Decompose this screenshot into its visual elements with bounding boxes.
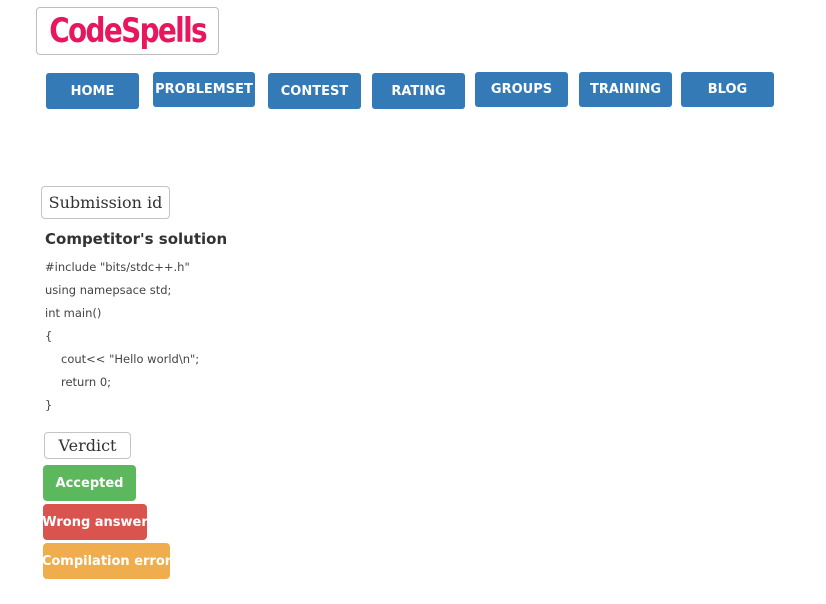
site-logo[interactable]: CodeSpells bbox=[36, 7, 219, 55]
nav-rating-button[interactable]: RATING bbox=[372, 73, 465, 109]
verdict-compilation-error-button[interactable]: Compilation error bbox=[42, 543, 171, 579]
code-line: int main() bbox=[45, 306, 102, 320]
site-logo-text: CodeSpells bbox=[49, 11, 207, 51]
nav-home-button[interactable]: HOME bbox=[46, 73, 139, 109]
code-line: return 0; bbox=[61, 375, 112, 389]
solution-title: Competitor's solution bbox=[45, 230, 228, 248]
code-line: #include "bits/stdc++.h" bbox=[45, 260, 190, 274]
nav-blog-button[interactable]: BLOG bbox=[681, 72, 774, 107]
nav-contest-button[interactable]: CONTEST bbox=[268, 73, 361, 109]
code-line: { bbox=[45, 329, 53, 343]
code-line: } bbox=[45, 398, 53, 412]
verdict-accepted-button[interactable]: Accepted bbox=[43, 465, 136, 501]
submission-id-field[interactable]: Submission id bbox=[41, 186, 170, 219]
nav-training-button[interactable]: TRAINING bbox=[579, 72, 672, 107]
verdict-label: Verdict bbox=[44, 432, 131, 459]
page: CodeSpells HOME PROBLEMSET CONTEST RATIN… bbox=[0, 0, 826, 604]
code-line: cout<< "Hello world\n"; bbox=[61, 352, 200, 366]
verdict-wrong-answer-button[interactable]: Wrong answer bbox=[42, 504, 148, 540]
code-line: using namepsace std; bbox=[45, 283, 172, 297]
nav-problemset-button[interactable]: PROBLEMSET bbox=[153, 72, 255, 107]
nav-groups-button[interactable]: GROUPS bbox=[475, 72, 568, 107]
